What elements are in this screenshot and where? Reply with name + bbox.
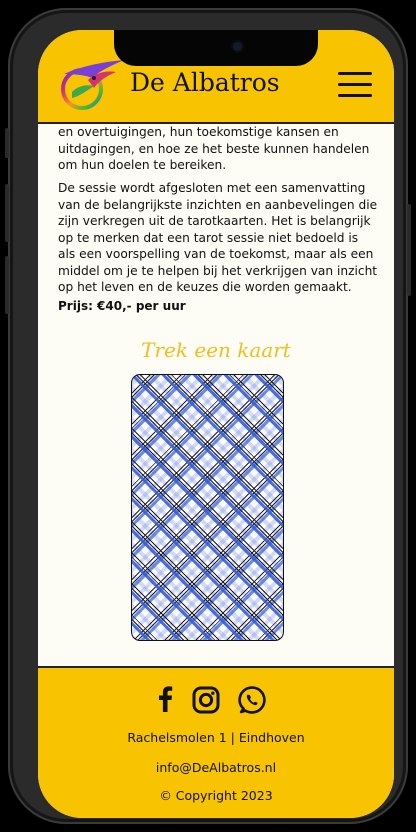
facebook-icon[interactable] — [156, 686, 174, 712]
notch — [114, 30, 318, 66]
draw-card-title: Trek een kaart — [141, 338, 291, 362]
menu-bar-icon — [338, 94, 372, 97]
phone-power-button — [407, 204, 411, 296]
albatros-logo-icon[interactable] — [58, 56, 126, 112]
session-description-text: en overtuigingen, hun toekomstige kansen… — [58, 125, 370, 172]
phone-side-button — [5, 128, 9, 158]
menu-bar-icon — [338, 72, 372, 75]
tarot-card-back[interactable] — [131, 374, 284, 641]
footer-address: Rachelsmolen 1 | Eindhoven — [127, 730, 305, 745]
hamburger-menu-button[interactable] — [338, 72, 372, 98]
camera-icon — [233, 42, 242, 51]
instagram-icon[interactable] — [192, 686, 220, 714]
phone-volume-up-button — [5, 184, 9, 242]
footer-email-link[interactable]: info@DeAlbatros.nl — [38, 760, 394, 775]
menu-bar-icon — [338, 83, 372, 86]
brand-title[interactable]: De Albatros — [130, 68, 280, 97]
phone-screen: De Albatros en overtuigingen, hun toekom… — [38, 30, 394, 818]
price-text: Prijs: €40,- per uur — [58, 299, 186, 313]
session-summary-text: De sessie wordt afgesloten met een samen… — [58, 181, 378, 294]
site-footer: Rachelsmolen 1 | Eindhoven info@DeAlbatr… — [38, 666, 394, 818]
phone-frame: De Albatros en overtuigingen, hun toekom… — [5, 8, 411, 824]
footer-copyright: © Copyright 2023 — [159, 788, 273, 803]
phone-volume-down-button — [5, 256, 9, 314]
whatsapp-icon[interactable] — [238, 686, 266, 714]
